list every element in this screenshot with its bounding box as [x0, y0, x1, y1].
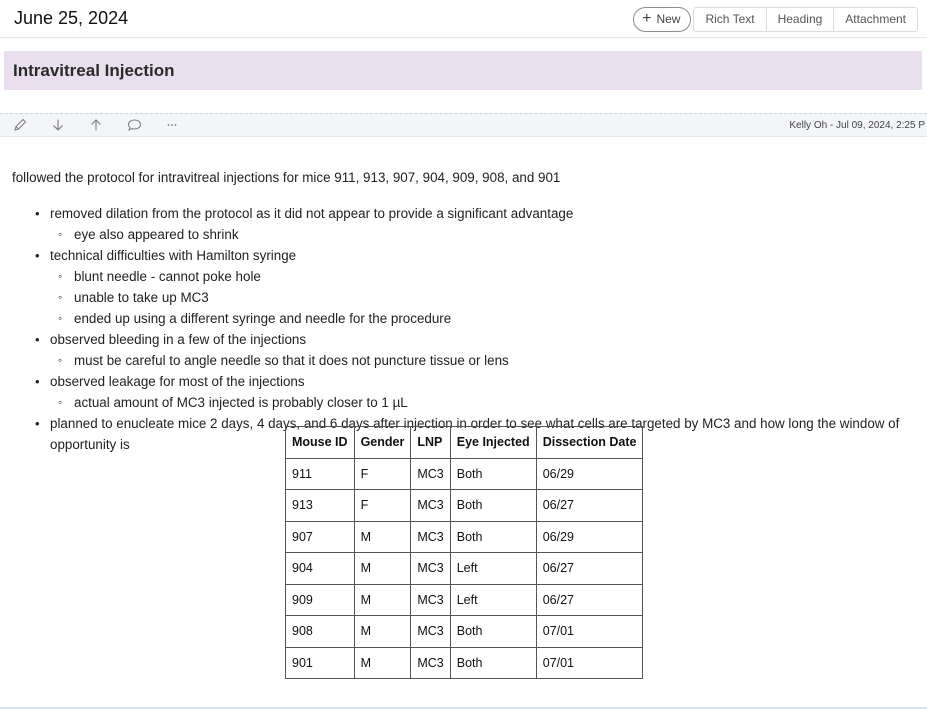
- table-cell: Both: [449, 489, 537, 522]
- list-item-text: technical difficulties with Hamilton syr…: [50, 248, 297, 263]
- table-row: 901 M MC3 Both 07/01: [285, 646, 644, 679]
- table-cell: Both: [449, 615, 537, 648]
- arrow-up-icon[interactable]: [88, 117, 104, 133]
- table-cell: Left: [449, 583, 537, 616]
- table-row: 907 M MC3 Both 06/29: [285, 520, 644, 553]
- table-cell: M: [353, 552, 412, 585]
- new-button[interactable]: + New: [633, 6, 692, 32]
- column-header: Mouse ID: [285, 426, 355, 459]
- table-cell: 908: [285, 615, 355, 648]
- table-cell: 901: [285, 646, 355, 679]
- column-header: LNP: [410, 426, 451, 459]
- table-cell: 06/27: [535, 552, 644, 585]
- table-row: 904 M MC3 Left 06/27: [285, 552, 644, 585]
- column-header: Dissection Date: [535, 426, 644, 459]
- column-header: Eye Injected: [449, 426, 537, 459]
- table-row: 911 F MC3 Both 06/29: [285, 457, 644, 490]
- more-icon[interactable]: [164, 117, 180, 133]
- table-cell: 913: [285, 489, 355, 522]
- attachment-button[interactable]: Attachment: [833, 7, 917, 31]
- list-item: observed bleeding in a few of the inject…: [12, 329, 922, 371]
- sub-list-item: blunt needle - cannot poke hole: [50, 266, 922, 287]
- sub-list: must be careful to angle needle so that …: [50, 350, 922, 371]
- table-cell: Both: [449, 520, 537, 553]
- table-cell: F: [353, 457, 412, 490]
- table-cell: MC3: [410, 520, 451, 553]
- section-header[interactable]: Intravitreal Injection: [4, 51, 922, 90]
- table-cell: M: [353, 520, 412, 553]
- table-cell: MC3: [410, 646, 451, 679]
- sub-list-item: unable to take up MC3: [50, 287, 922, 308]
- entry-date: June 25, 2024: [14, 8, 129, 28]
- table-cell: MC3: [410, 583, 451, 616]
- table-cell: 904: [285, 552, 355, 585]
- table-row: 909 M MC3 Left 06/27: [285, 583, 644, 616]
- table-cell: Both: [449, 646, 537, 679]
- table-cell: MC3: [410, 552, 451, 585]
- pencil-icon[interactable]: [12, 117, 28, 133]
- table-cell: M: [353, 583, 412, 616]
- list-item: technical difficulties with Hamilton syr…: [12, 245, 922, 329]
- table-cell: M: [353, 646, 412, 679]
- table-cell: 06/27: [535, 489, 644, 522]
- sub-list: blunt needle - cannot poke hole unable t…: [50, 266, 922, 329]
- table-cell: 07/01: [535, 646, 644, 679]
- sub-list-item: must be careful to angle needle so that …: [50, 350, 922, 371]
- arrow-down-icon[interactable]: [50, 117, 66, 133]
- table-cell: Left: [449, 552, 537, 585]
- sub-list-item: eye also appeared to shrink: [50, 224, 922, 245]
- entry-toolbar: Kelly Oh - Jul 09, 2024, 2:25 P: [0, 113, 927, 137]
- sub-list: eye also appeared to shrink: [50, 224, 922, 245]
- list-item-text: observed leakage for most of the injecti…: [50, 374, 305, 389]
- table-row: 908 M MC3 Both 07/01: [285, 615, 644, 648]
- bullet-list: removed dilation from the protocol as it…: [12, 203, 922, 455]
- list-item-text: observed bleeding in a few of the inject…: [50, 332, 307, 347]
- top-bar: June 25, 2024 + New Rich Text Heading At…: [0, 0, 927, 38]
- list-item: observed leakage for most of the injecti…: [12, 371, 922, 413]
- table-cell: MC3: [410, 615, 451, 648]
- table-header-row: Mouse ID Gender LNP Eye Injected Dissect…: [285, 426, 644, 459]
- column-header: Gender: [353, 426, 412, 459]
- table-cell: 911: [285, 457, 355, 490]
- list-item: removed dilation from the protocol as it…: [12, 203, 922, 245]
- insert-type-tabs: Rich Text Heading Attachment: [693, 6, 918, 32]
- insert-toolbar: + New Rich Text Heading Attachment: [633, 6, 918, 32]
- sub-list-item: ended up using a different syringe and n…: [50, 308, 922, 329]
- table-cell: 907: [285, 520, 355, 553]
- table-cell: 909: [285, 583, 355, 616]
- entry-content[interactable]: followed the protocol for intravitreal i…: [12, 167, 922, 455]
- table-cell: MC3: [410, 457, 451, 490]
- table-cell: Both: [449, 457, 537, 490]
- sub-list: actual amount of MC3 injected is probabl…: [50, 392, 922, 413]
- divider: [0, 707, 927, 709]
- table-cell: 06/27: [535, 583, 644, 616]
- mice-table: Mouse ID Gender LNP Eye Injected Dissect…: [285, 426, 644, 679]
- table-cell: 06/29: [535, 520, 644, 553]
- intro-paragraph: followed the protocol for intravitreal i…: [12, 170, 561, 185]
- table-cell: 06/29: [535, 457, 644, 490]
- new-button-label: New: [656, 12, 681, 26]
- entry-actions: [12, 117, 202, 133]
- plus-icon: +: [642, 10, 652, 27]
- table-cell: MC3: [410, 489, 451, 522]
- heading-button[interactable]: Heading: [765, 7, 834, 31]
- rich-text-button[interactable]: Rich Text: [694, 8, 765, 31]
- table-cell: F: [353, 489, 412, 522]
- table-cell: 07/01: [535, 615, 644, 648]
- sub-list-item: actual amount of MC3 injected is probabl…: [50, 392, 922, 413]
- table-cell: M: [353, 615, 412, 648]
- section-title: Intravitreal Injection: [13, 61, 175, 80]
- list-item-text: removed dilation from the protocol as it…: [50, 206, 574, 221]
- entry-author-timestamp: Kelly Oh - Jul 09, 2024, 2:25 P: [789, 120, 925, 131]
- table-row: 913 F MC3 Both 06/27: [285, 489, 644, 522]
- comment-icon[interactable]: [126, 117, 142, 133]
